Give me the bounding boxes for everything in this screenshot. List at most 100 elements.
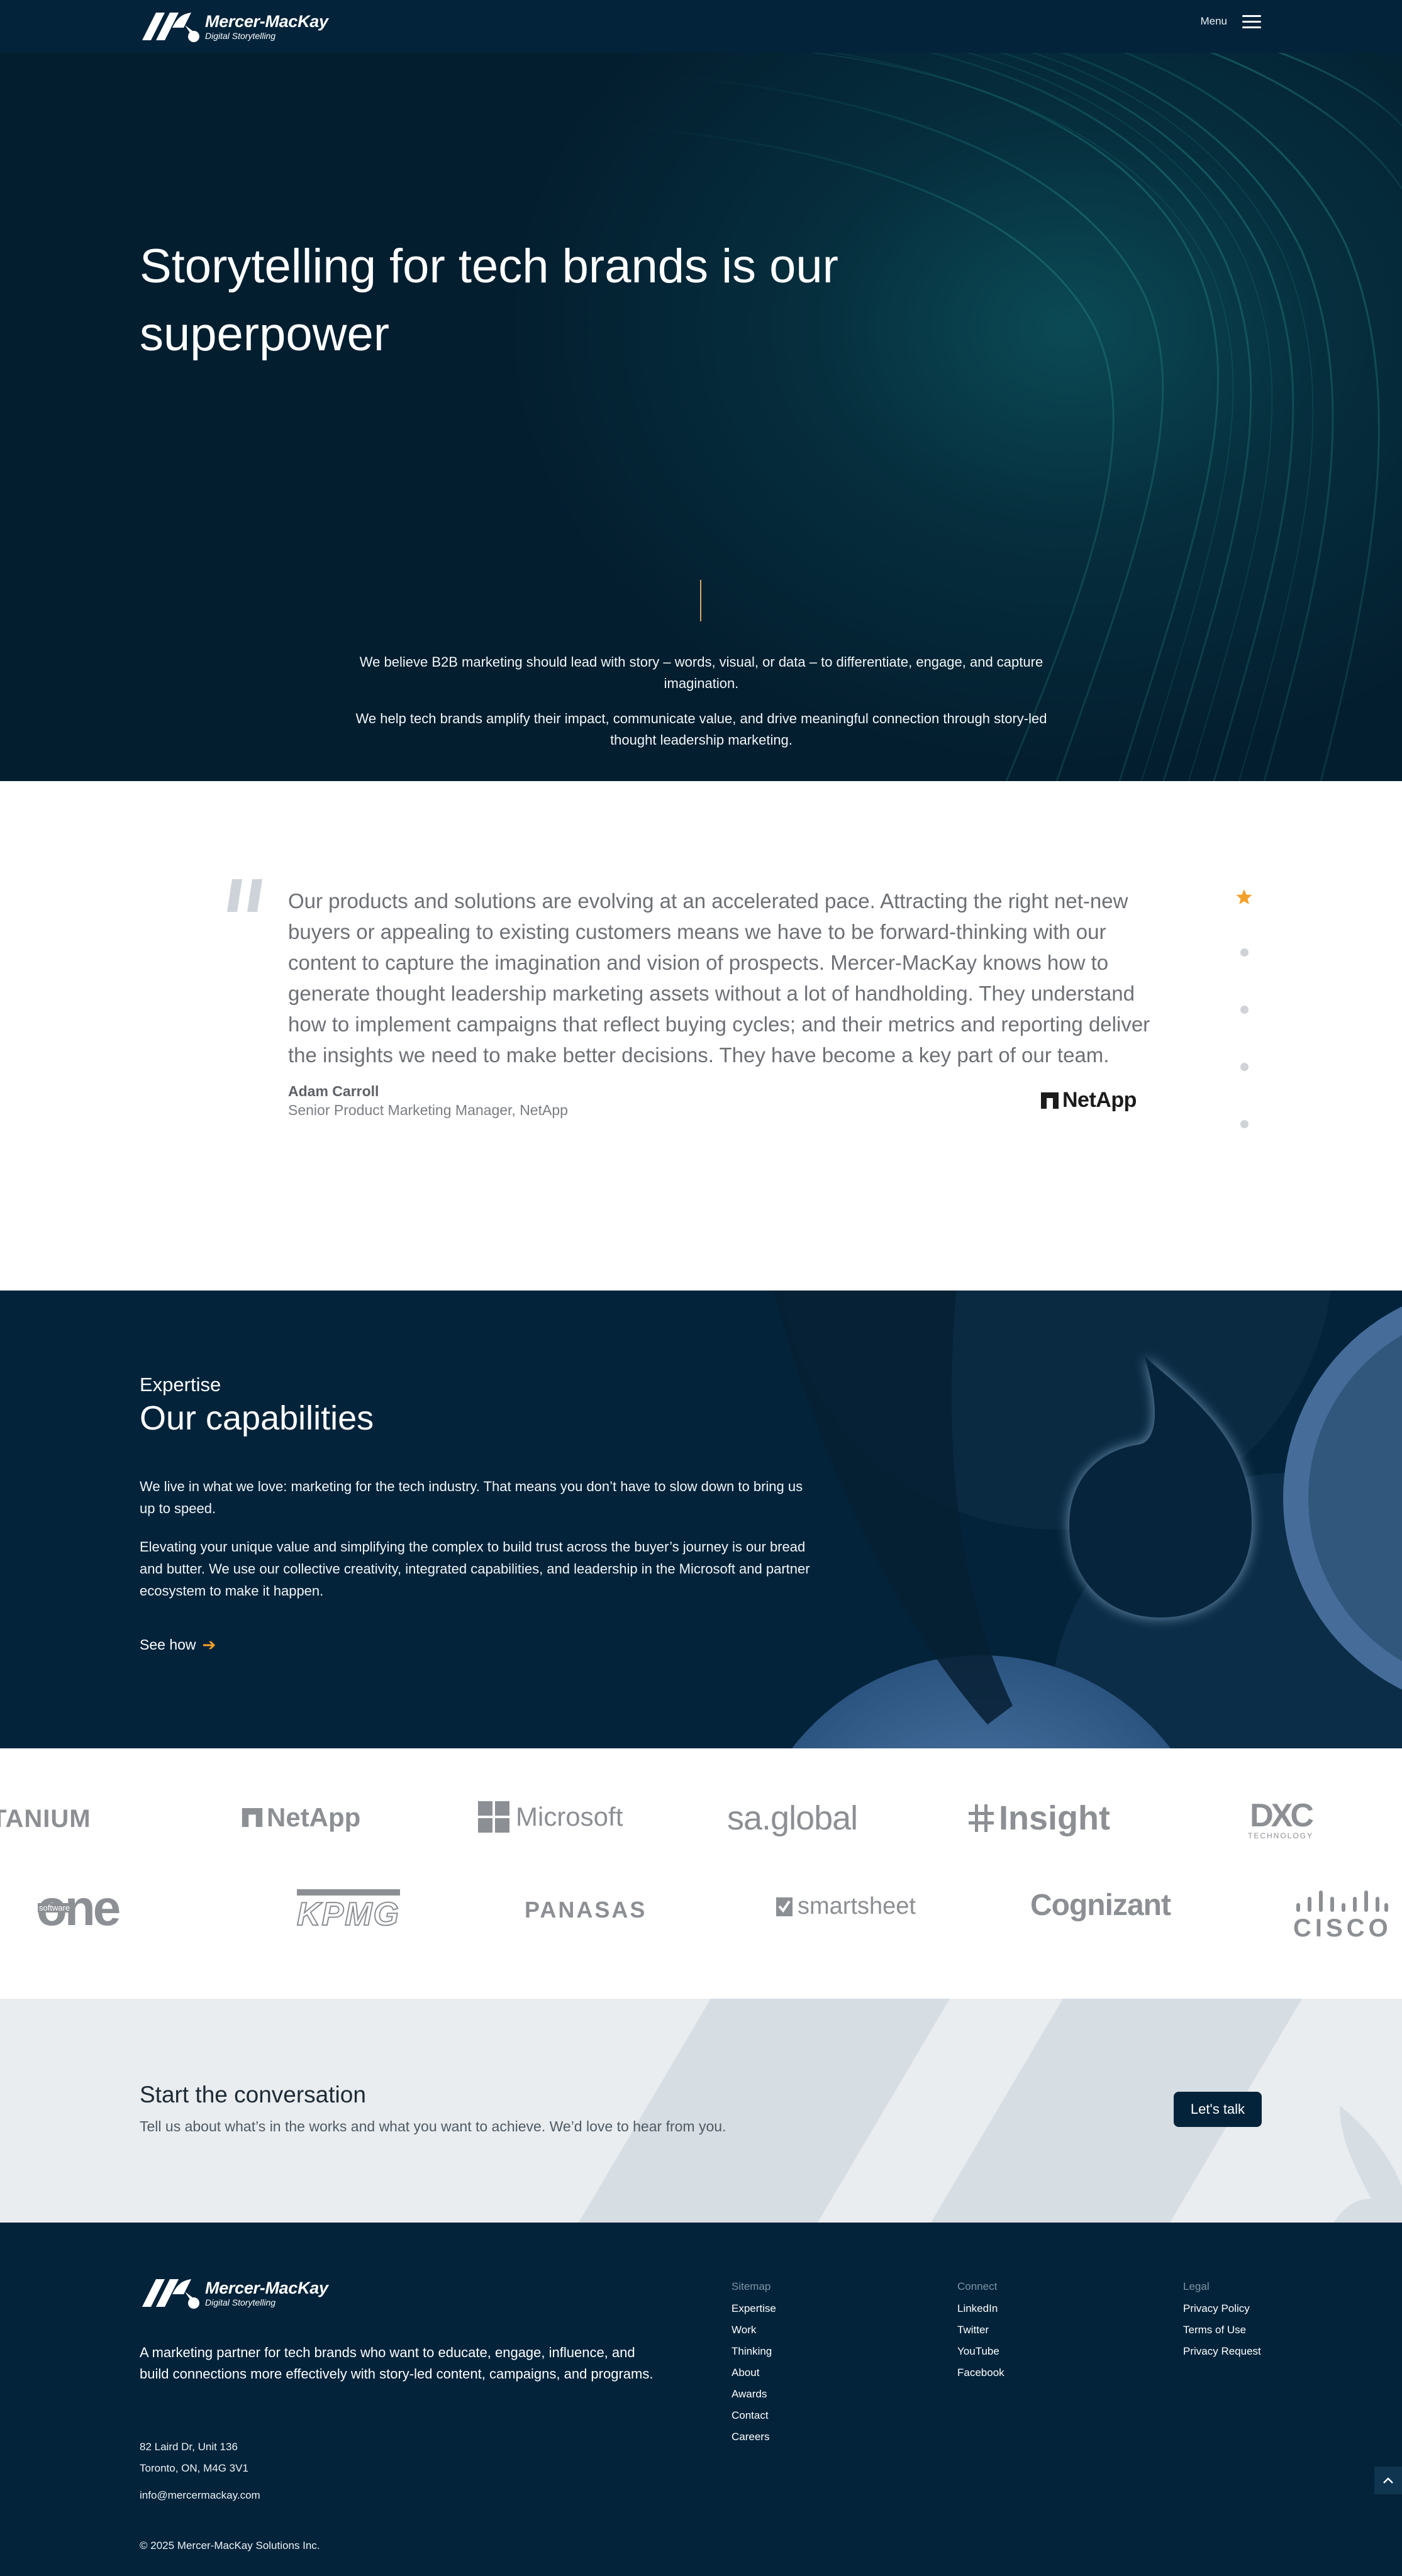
client-logo-smartsheet: smartsheet — [776, 1893, 916, 1920]
capabilities-paragraph-1: We live in what we love: marketing for t… — [140, 1479, 803, 1516]
footer-link-awards[interactable]: Awards — [732, 2384, 776, 2405]
footer-brand-logo[interactable]: Mercer-MacKay Digital Storytelling — [140, 2275, 328, 2311]
microsoft-label: Microsoft — [516, 1802, 623, 1831]
footer-link-privacy-request[interactable]: Privacy Request — [1183, 2341, 1261, 2362]
testimonial-section: Our products and solutions are evolving … — [0, 781, 1402, 1291]
softwareone-sublabel: software — [38, 1903, 72, 1913]
star-icon[interactable] — [1235, 888, 1253, 906]
menu-toggle[interactable]: Menu — [1200, 14, 1262, 29]
hero-divider — [700, 580, 701, 621]
footer-link-thinking[interactable]: Thinking — [732, 2341, 776, 2362]
netapp-logo-icon — [1041, 1092, 1059, 1109]
hero-title: Storytelling for tech brands is our supe… — [140, 240, 838, 361]
footer-link-facebook[interactable]: Facebook — [957, 2362, 1004, 2384]
footer-address: 82 Laird Dr, Unit 136 Toronto, ON, M4G 3… — [140, 2436, 248, 2479]
menu-label[interactable]: Menu — [1200, 15, 1227, 28]
footer-brand-name: Mercer-MacKay — [205, 2279, 328, 2297]
client-logo-kpmg: KPMG — [296, 1889, 400, 1933]
cisco-bars-icon — [1296, 1890, 1389, 1912]
microsoft-mark-icon — [478, 1801, 509, 1833]
hero-paragraph-2: We help tech brands amplify their impact… — [355, 711, 1047, 748]
footer-link-twitter[interactable]: Twitter — [957, 2319, 1004, 2341]
tanium-label: TANIUM — [0, 1805, 91, 1833]
client-logo-insight: Insight — [969, 1799, 1110, 1838]
testimonial-company-logo: NetApp — [1041, 1088, 1137, 1113]
capabilities-title: Our capabilities — [140, 1399, 374, 1437]
quote-icon — [227, 879, 262, 912]
footer-brand-tagline: Digital Storytelling — [205, 2297, 276, 2307]
footer-logo-mark-icon — [142, 2279, 199, 2309]
footer-connect-column: Connect LinkedIn Twitter YouTube Faceboo… — [957, 2280, 1004, 2384]
footer-link-about[interactable]: About — [732, 2362, 776, 2384]
hero-section: Storytelling for tech brands is our supe… — [0, 0, 1402, 781]
brand-logo[interactable]: Mercer-MacKay Digital Storytelling — [140, 9, 328, 44]
capabilities-section: Expertise Our capabilities We live in wh… — [0, 1291, 1402, 1748]
menu-icon[interactable] — [1242, 14, 1262, 29]
see-how-link[interactable]: See how ➔ — [140, 1635, 216, 1655]
site-footer: Mercer-MacKay Digital Storytelling A mar… — [0, 2223, 1402, 2576]
cta-subtitle: Tell us about what’s in the works and wh… — [140, 2118, 726, 2135]
footer-address-line-2: Toronto, ON, M4G 3V1 — [140, 2462, 248, 2474]
smartsheet-label: smartsheet — [798, 1893, 916, 1919]
testimonial-quote: Our products and solutions are evolving … — [288, 889, 1150, 1067]
client-logos-section: TANIUM NetApp Microsoft sa.global Insigh… — [0, 1748, 1402, 1999]
footer-copyright: © 2025 Mercer-MacKay Solutions Inc. — [140, 2540, 320, 2551]
footer-link-work[interactable]: Work — [732, 2319, 776, 2341]
footer-link-terms-of-use[interactable]: Terms of Use — [1183, 2319, 1261, 2341]
testimonial-author: Adam Carroll — [288, 1083, 379, 1099]
footer-connect-title: Connect — [957, 2280, 998, 2292]
footer-sitemap-column: Sitemap Expertise Work Thinking About Aw… — [732, 2280, 776, 2448]
client-logo-cognizant: Cognizant — [1030, 1888, 1171, 1923]
cta-title: Start the conversation — [140, 2082, 366, 2107]
footer-legal-title: Legal — [1183, 2280, 1210, 2292]
footer-link-expertise[interactable]: Expertise — [732, 2298, 776, 2319]
client-logo-panasas: PANASAS — [525, 1897, 647, 1923]
footer-address-line-1: 82 Laird Dr, Unit 136 — [140, 2441, 238, 2453]
client-logo-cisco: CISCO — [1293, 1890, 1392, 1941]
hero-copy: We believe B2B marketing should lead wit… — [352, 652, 1050, 751]
client-logo-dxc: DXC TECHNOLOGY — [1248, 1797, 1314, 1840]
kpmg-label: KPMG — [296, 1896, 400, 1933]
testimonial-role: Senior Product Marketing Manager, NetApp — [288, 1102, 568, 1118]
pager-dot-2[interactable] — [1240, 948, 1249, 957]
capabilities-paragraph-2: Elevating your unique value and simplify… — [140, 1539, 810, 1599]
insight-label: Insight — [999, 1799, 1110, 1837]
pager-dot-3[interactable] — [1240, 1006, 1249, 1014]
netapp-label: NetApp — [267, 1802, 361, 1832]
site-header: Mercer-MacKay Digital Storytelling Menu — [0, 0, 1402, 53]
capabilities-brand-artwork — [774, 1291, 1402, 1748]
pager-dot-4[interactable] — [1240, 1063, 1249, 1071]
footer-email-link[interactable]: info@mercermackay.com — [140, 2489, 260, 2502]
footer-link-privacy-policy[interactable]: Privacy Policy — [1183, 2298, 1261, 2319]
saglobal-label: sa.global — [727, 1799, 858, 1837]
brand-tagline: Digital Storytelling — [205, 31, 276, 41]
panasas-label: PANASAS — [525, 1897, 647, 1923]
footer-link-youtube[interactable]: YouTube — [957, 2341, 1004, 2362]
footer-link-linkedin[interactable]: LinkedIn — [957, 2298, 1004, 2319]
testimonial-company-name: NetApp — [1062, 1088, 1137, 1112]
capabilities-eyebrow: Expertise — [140, 1374, 221, 1396]
see-how-label[interactable]: See how — [140, 1636, 196, 1653]
back-to-top-button[interactable] — [1374, 2467, 1402, 2494]
footer-link-careers[interactable]: Careers — [732, 2426, 776, 2448]
cisco-label: CISCO — [1293, 1914, 1392, 1942]
netapp-mark-icon — [242, 1808, 263, 1827]
lets-talk-button[interactable]: Let's talk — [1174, 2092, 1262, 2127]
client-logo-softwareone: one software — [36, 1883, 121, 1933]
dxc-label: DXC — [1250, 1797, 1314, 1834]
insight-mark-icon — [969, 1804, 994, 1832]
client-logo-microsoft: Microsoft — [478, 1801, 623, 1833]
arrow-right-icon[interactable]: ➔ — [203, 1635, 216, 1655]
brand-name: Mercer-MacKay — [205, 12, 328, 31]
footer-legal-column: Legal Privacy Policy Terms of Use Privac… — [1183, 2280, 1261, 2362]
cognizant-label: Cognizant — [1030, 1889, 1171, 1922]
smartsheet-mark-icon — [776, 1897, 793, 1916]
footer-link-contact[interactable]: Contact — [732, 2405, 776, 2426]
pager-dot-5[interactable] — [1240, 1120, 1249, 1128]
cta-section: Start the conversation Tell us about wha… — [0, 1999, 1402, 2223]
dxc-sublabel: TECHNOLOGY — [1248, 1831, 1314, 1840]
client-logo-netapp: NetApp — [242, 1802, 360, 1833]
brand-logo-mark-icon — [142, 13, 199, 42]
chevron-up-icon[interactable] — [1383, 2477, 1394, 2484]
hero-paragraph-1: We believe B2B marketing should lead wit… — [359, 654, 1043, 691]
